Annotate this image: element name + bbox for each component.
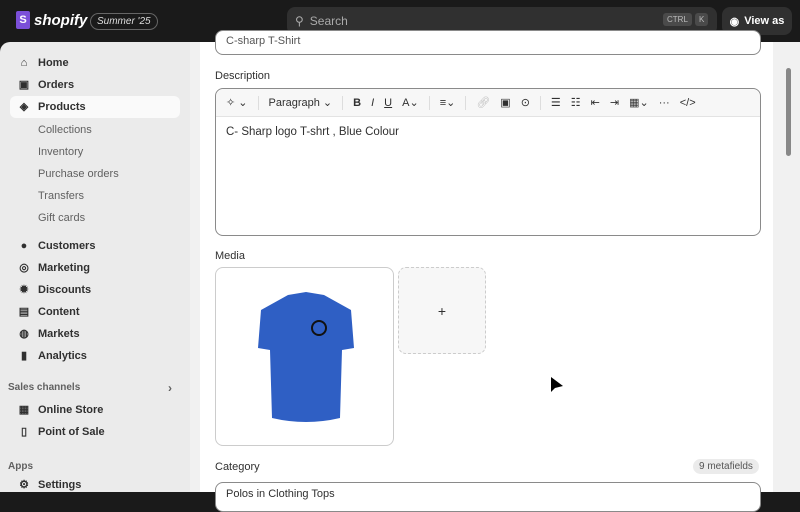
align-icon[interactable]: ≡⌄ bbox=[440, 96, 456, 109]
scrollbar[interactable] bbox=[786, 68, 791, 156]
sidebar-item-online-store[interactable]: ▦ Online Store bbox=[10, 399, 180, 421]
sidebar-item-transfers[interactable]: Transfers bbox=[38, 190, 84, 202]
person-icon: ● bbox=[20, 240, 28, 252]
table-icon[interactable]: ▦⌄ bbox=[629, 96, 649, 109]
sidebar-item-discounts[interactable]: ✹ Discounts bbox=[10, 279, 180, 301]
description-text: C- Sharp logo T-shrt , Blue Colour bbox=[226, 126, 400, 138]
numbered-list-icon[interactable]: ☷ bbox=[571, 96, 581, 109]
sidebar-item-inventory[interactable]: Inventory bbox=[38, 146, 83, 158]
sidebar-item-markets[interactable]: ◍ Markets bbox=[10, 323, 180, 345]
paragraph-select[interactable]: Paragraph ⌄ bbox=[269, 96, 333, 109]
discount-icon: ✹ bbox=[19, 284, 29, 296]
paragraph-label: Paragraph bbox=[268, 97, 320, 109]
sidebar-item-analytics[interactable]: ▮ Analytics bbox=[10, 345, 180, 367]
sidebar-item-customers[interactable]: ● Customers bbox=[10, 235, 180, 257]
nav-label: Orders bbox=[38, 79, 75, 91]
chart-icon: ▮ bbox=[20, 350, 28, 362]
description-editor[interactable]: ✧ ⌄ Paragraph ⌄ B I U A⌄ ≡⌄ 🔗︎ ▣ ⊙ ☰ ☷ ⇤ ⇥ ▦⌄ ··· <… bbox=[215, 88, 761, 236]
home-icon: ⌂ bbox=[20, 57, 28, 69]
sidebar-item-purchase-orders[interactable]: Purchase orders bbox=[38, 168, 119, 180]
sidebar-item-marketing[interactable]: ◎ Marketing bbox=[10, 257, 180, 279]
eye-icon: ◉ bbox=[729, 15, 740, 28]
more-icon[interactable]: ··· bbox=[659, 97, 670, 109]
tag-icon: ◈ bbox=[19, 101, 29, 113]
nav-label: Discounts bbox=[38, 284, 92, 296]
sidebar-item-home[interactable]: ⌂ Home bbox=[10, 52, 180, 74]
content-icon: ▤ bbox=[18, 306, 30, 318]
link-icon[interactable]: 🔗︎ bbox=[476, 96, 490, 109]
category-select[interactable]: Polos in Clothing Tops bbox=[215, 482, 761, 512]
sidebar-item-collections[interactable]: Collections bbox=[38, 124, 92, 136]
bold-icon[interactable]: B bbox=[353, 97, 361, 109]
bullet-list-icon[interactable]: ☰ bbox=[551, 96, 561, 109]
pos-icon: ▯ bbox=[20, 426, 28, 438]
sidebar-item-settings[interactable]: ⚙ Settings bbox=[10, 474, 180, 496]
shopify-logo[interactable]: Sshopify bbox=[16, 11, 87, 29]
italic-icon[interactable]: I bbox=[371, 97, 374, 109]
category-label: Category bbox=[215, 461, 260, 473]
nav-label: Home bbox=[38, 57, 69, 69]
nav-label: Point of Sale bbox=[38, 426, 105, 438]
text-color-icon[interactable]: A⌄ bbox=[402, 96, 419, 109]
sidebar-item-point-of-sale[interactable]: ▯ Point of Sale bbox=[10, 421, 180, 443]
sales-channels-heading[interactable]: Sales channels bbox=[8, 382, 80, 393]
nav-label: Markets bbox=[38, 328, 80, 340]
globe-icon: ◍ bbox=[19, 328, 29, 340]
orders-icon: ▣ bbox=[18, 79, 30, 91]
outdent-icon[interactable]: ⇤ bbox=[591, 96, 600, 109]
nav-label: Products bbox=[38, 101, 86, 113]
nav-label: Analytics bbox=[38, 350, 87, 362]
video-icon[interactable]: ⊙ bbox=[521, 96, 530, 109]
code-icon[interactable]: </> bbox=[680, 97, 696, 109]
kbd-ctrl: CTRL bbox=[663, 13, 692, 26]
store-icon: ▦ bbox=[18, 404, 30, 416]
description-label: Description bbox=[215, 70, 271, 82]
sidebar-item-orders[interactable]: ▣ Orders bbox=[10, 74, 180, 96]
sidebar-item-content[interactable]: ▤ Content bbox=[10, 301, 180, 323]
sidebar-item-products[interactable]: ◈ Products bbox=[10, 96, 180, 118]
edition-badge[interactable]: Summer '25 bbox=[90, 13, 158, 30]
tshirt-image bbox=[258, 292, 354, 422]
brand-name: shopify bbox=[34, 11, 88, 29]
media-thumbnail[interactable] bbox=[215, 267, 394, 446]
metafields-badge[interactable]: 9 metafields bbox=[693, 459, 759, 474]
add-media-button[interactable]: + bbox=[398, 267, 486, 354]
apps-heading[interactable]: Apps bbox=[8, 461, 33, 472]
search-placeholder: Search bbox=[309, 14, 348, 28]
shopify-bag-icon: S bbox=[16, 11, 30, 29]
gear-icon: ⚙ bbox=[19, 479, 29, 491]
view-as-label: View as bbox=[744, 15, 785, 27]
sidebar-item-gift-cards[interactable]: Gift cards bbox=[38, 212, 85, 224]
nav-label: Settings bbox=[38, 479, 82, 491]
editor-toolbar: ✧ ⌄ Paragraph ⌄ B I U A⌄ ≡⌄ 🔗︎ ▣ ⊙ ☰ ☷ ⇤ ⇥ ▦⌄ ··· <… bbox=[216, 89, 760, 117]
image-icon[interactable]: ▣ bbox=[500, 96, 510, 109]
ai-magic-icon[interactable]: ✧ ⌄ bbox=[226, 96, 248, 109]
target-icon: ◎ bbox=[19, 262, 29, 274]
underline-icon[interactable]: U bbox=[384, 97, 392, 109]
nav-label: Content bbox=[38, 306, 80, 318]
nav-label: Online Store bbox=[38, 404, 104, 416]
nav-label: Marketing bbox=[38, 262, 90, 274]
indent-icon[interactable]: ⇥ bbox=[610, 96, 619, 109]
media-label: Media bbox=[215, 250, 245, 262]
nav-label: Customers bbox=[38, 240, 96, 252]
title-input[interactable]: C-sharp T-Shirt bbox=[215, 30, 761, 55]
search-icon: ⚲ bbox=[295, 14, 304, 28]
chevron-right-icon[interactable]: › bbox=[168, 381, 172, 395]
kbd-k: K bbox=[695, 13, 709, 26]
